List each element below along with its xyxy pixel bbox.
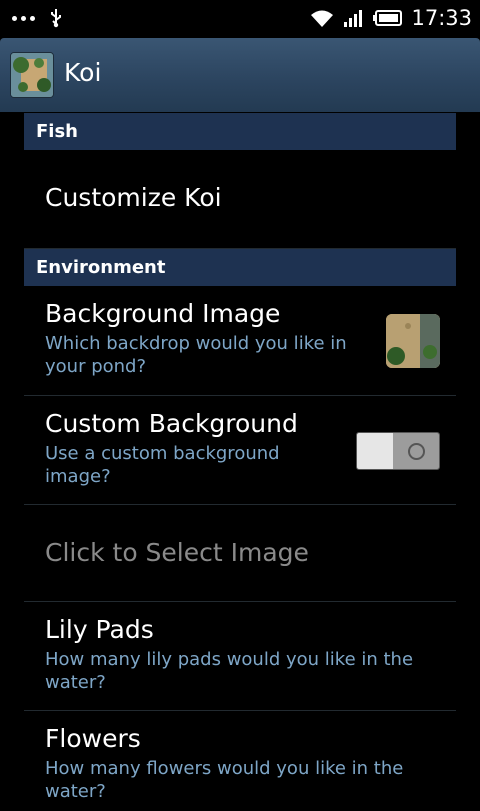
preference-flowers[interactable]: Flowers How many flowers would you like … — [24, 711, 456, 811]
item-title: Click to Select Image — [45, 538, 309, 567]
item-summary: Which backdrop would you like in your po… — [45, 333, 347, 377]
item-title: Customize Koi — [45, 183, 222, 212]
signal-icon — [344, 10, 363, 27]
status-bar-right: 17:33 — [309, 6, 472, 30]
background-thumbnail — [386, 314, 440, 368]
preference-select-image: Click to Select Image — [24, 505, 456, 602]
wifi-icon — [311, 10, 334, 27]
koi-pond-app-icon[interactable] — [10, 52, 54, 98]
preference-customize-koi[interactable]: Customize Koi — [24, 150, 456, 249]
app-title: Koi — [64, 58, 102, 87]
item-summary: Use a custom background image? — [45, 443, 280, 487]
toggle-off-side — [393, 433, 439, 469]
toggle-on-side — [357, 433, 393, 469]
status-bar: 17:33 — [0, 0, 480, 38]
preference-custom-background[interactable]: Custom Background Use a custom backgroun… — [24, 396, 456, 505]
item-summary: How many flowers would you like in the w… — [45, 758, 404, 802]
item-summary: How many lily pads would you like in the… — [45, 649, 414, 693]
battery-icon — [373, 10, 403, 26]
status-clock: 17:33 — [411, 6, 472, 30]
toggle-off-icon — [407, 442, 425, 460]
category-header-environment: Environment — [24, 249, 456, 286]
item-title: Flowers — [45, 724, 141, 753]
status-bar-left — [12, 8, 63, 28]
category-header-fish: Fish — [24, 113, 456, 150]
usb-icon — [51, 9, 61, 28]
preference-lily-pads[interactable]: Lily Pads How many lily pads would you l… — [24, 602, 456, 711]
action-bar: Koi — [0, 38, 480, 112]
preference-list: Fish Customize Koi Environment Backgroun… — [24, 113, 456, 811]
item-title: Lily Pads — [45, 615, 154, 644]
custom-background-toggle[interactable] — [356, 432, 440, 470]
preference-background-image[interactable]: Background Image Which backdrop would yo… — [24, 286, 456, 396]
more-notifications-icon — [12, 15, 35, 21]
